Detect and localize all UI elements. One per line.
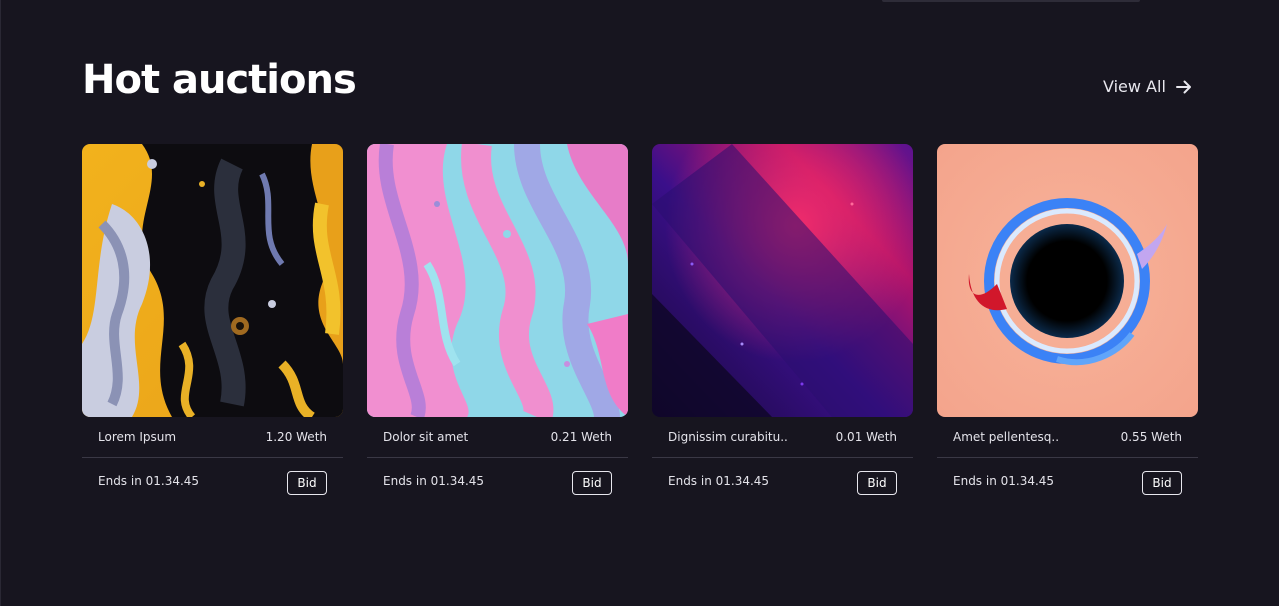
auction-ends: Ends in 01.34.45 [953,474,1055,488]
top-strip-divider [882,0,1140,2]
item-name: Dignissim curabitu.. [668,430,788,444]
auction-card[interactable]: Lorem Ipsum 1.20 Weth Ends in 01.34.45 B… [82,144,343,504]
bid-button[interactable]: Bid [287,471,327,495]
bid-button[interactable]: Bid [857,471,897,495]
artwork-image[interactable] [82,144,343,417]
card-action-row: Ends in 01.34.45 Bid [937,458,1198,504]
view-all-label: View All [1103,77,1166,96]
item-price: 0.55 Weth [1120,430,1182,444]
item-name: Lorem Ipsum [98,430,177,444]
artwork-image[interactable] [367,144,628,417]
item-name: Amet pellentesq.. [953,430,1060,444]
card-info-row: Amet pellentesq.. 0.55 Weth [937,417,1198,458]
auction-ends: Ends in 01.34.45 [98,474,200,488]
hot-auctions-page: Hot auctions View All Lorem Ipsum 1.20 W… [0,0,1279,606]
bid-button[interactable]: Bid [1142,471,1182,495]
card-action-row: Ends in 01.34.45 Bid [367,458,628,504]
card-action-row: Ends in 01.34.45 Bid [652,458,913,504]
auction-ends: Ends in 01.34.45 [383,474,485,488]
card-info-row: Dignissim curabitu.. 0.01 Weth [652,417,913,458]
artwork-image[interactable] [937,144,1198,417]
arrow-right-icon [1175,80,1192,94]
card-action-row: Ends in 01.34.45 Bid [82,458,343,504]
item-name: Dolor sit amet [383,430,469,444]
auction-card[interactable]: Dignissim curabitu.. 0.01 Weth Ends in 0… [652,144,913,504]
section-title: Hot auctions [82,57,357,103]
item-price: 0.01 Weth [835,430,897,444]
bid-button[interactable]: Bid [572,471,612,495]
card-info-row: Dolor sit amet 0.21 Weth [367,417,628,458]
auction-ends: Ends in 01.34.45 [668,474,770,488]
auction-cards: Lorem Ipsum 1.20 Weth Ends in 01.34.45 B… [82,144,1198,504]
view-all-link[interactable]: View All [1103,76,1192,98]
item-price: 1.20 Weth [265,430,327,444]
artwork-image[interactable] [652,144,913,417]
card-info-row: Lorem Ipsum 1.20 Weth [82,417,343,458]
auction-card[interactable]: Amet pellentesq.. 0.55 Weth Ends in 01.3… [937,144,1198,504]
item-price: 0.21 Weth [550,430,612,444]
auction-card[interactable]: Dolor sit amet 0.21 Weth Ends in 01.34.4… [367,144,628,504]
